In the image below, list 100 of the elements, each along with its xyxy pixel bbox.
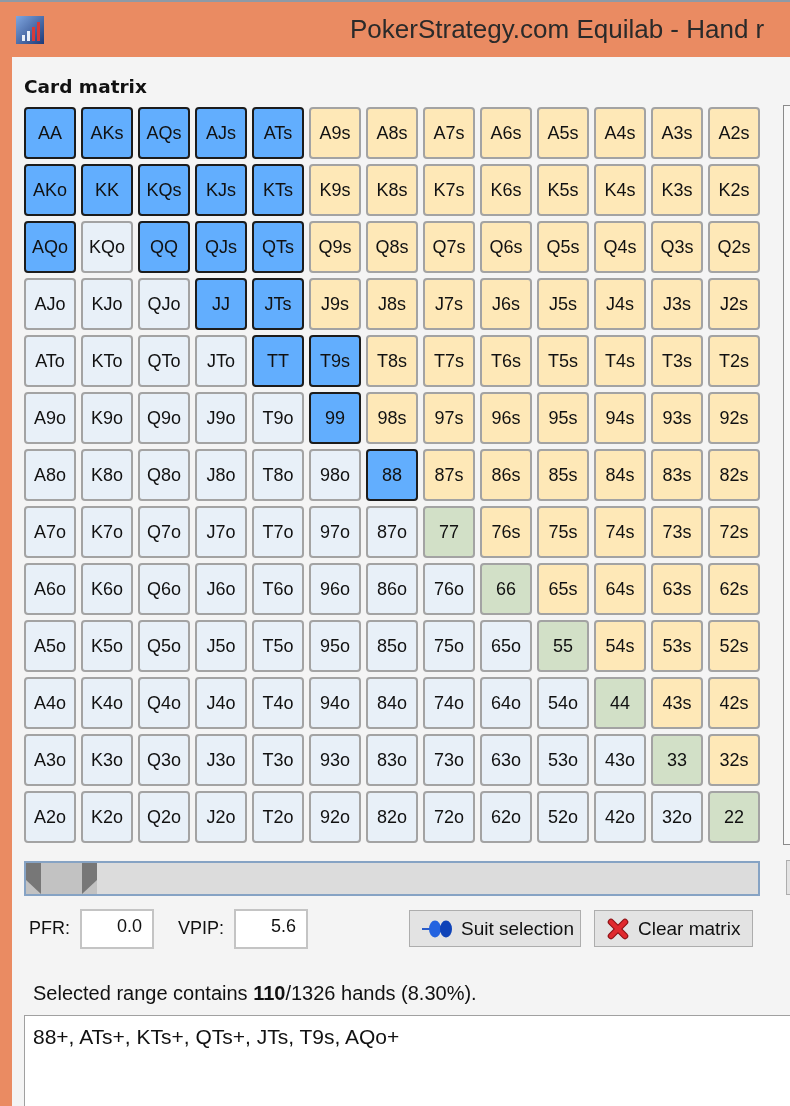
hand-cell[interactable]: K5s [537, 164, 589, 216]
hand-cell[interactable]: 98o [309, 449, 361, 501]
hand-cell[interactable]: AQs [138, 107, 190, 159]
hand-cell[interactable]: 42o [594, 791, 646, 843]
hand-cell[interactable]: A3s [651, 107, 703, 159]
hand-cell[interactable]: 53s [651, 620, 703, 672]
hand-cell[interactable]: 73o [423, 734, 475, 786]
hand-cell[interactable]: 83s [651, 449, 703, 501]
hand-cell[interactable]: A7o [24, 506, 76, 558]
hand-cell[interactable]: K3s [651, 164, 703, 216]
hand-cell[interactable]: QTo [138, 335, 190, 387]
suit-selection-button[interactable]: Suit selection [409, 910, 581, 947]
hand-cell[interactable]: Q5s [537, 221, 589, 273]
hand-cell[interactable]: 85o [366, 620, 418, 672]
hand-cell[interactable]: K5o [81, 620, 133, 672]
hand-cell[interactable]: A8o [24, 449, 76, 501]
hand-cell[interactable]: A2s [708, 107, 760, 159]
hand-cell[interactable]: 32s [708, 734, 760, 786]
hand-cell[interactable]: 95o [309, 620, 361, 672]
hand-cell[interactable]: J9s [309, 278, 361, 330]
hand-cell[interactable]: 52s [708, 620, 760, 672]
hand-cell[interactable]: JTs [252, 278, 304, 330]
hand-cell[interactable]: KK [81, 164, 133, 216]
hand-cell[interactable]: 76s [480, 506, 532, 558]
hand-cell[interactable]: QJo [138, 278, 190, 330]
hand-cell[interactable]: T7s [423, 335, 475, 387]
hand-cell[interactable]: 65o [480, 620, 532, 672]
hand-cell[interactable]: 97s [423, 392, 475, 444]
hand-cell[interactable]: 63o [480, 734, 532, 786]
hand-cell[interactable]: 92o [309, 791, 361, 843]
hand-cell[interactable]: A7s [423, 107, 475, 159]
hand-cell[interactable]: J2o [195, 791, 247, 843]
hand-cell[interactable]: 94s [594, 392, 646, 444]
hand-cell[interactable]: 86o [366, 563, 418, 615]
hand-cell[interactable]: K2o [81, 791, 133, 843]
hand-cell[interactable]: K9s [309, 164, 361, 216]
hand-cell[interactable]: 82o [366, 791, 418, 843]
hand-cell[interactable]: AA [24, 107, 76, 159]
hand-cell[interactable]: A4s [594, 107, 646, 159]
hand-cell[interactable]: AJo [24, 278, 76, 330]
hand-cell[interactable]: 72s [708, 506, 760, 558]
hand-cell[interactable]: K2s [708, 164, 760, 216]
hand-cell[interactable]: 53o [537, 734, 589, 786]
hand-cell[interactable]: J5s [537, 278, 589, 330]
hand-cell[interactable]: Q9s [309, 221, 361, 273]
hand-cell[interactable]: 98s [366, 392, 418, 444]
hand-cell[interactable]: 54o [537, 677, 589, 729]
number-field[interactable]: 0.0 [80, 908, 154, 949]
hand-cell[interactable]: K7s [423, 164, 475, 216]
hand-cell[interactable]: 32o [651, 791, 703, 843]
hand-cell[interactable]: 93s [651, 392, 703, 444]
hand-cell[interactable]: AQo [24, 221, 76, 273]
hand-cell[interactable]: Q4o [138, 677, 190, 729]
hand-cell[interactable]: J6s [480, 278, 532, 330]
hand-cell[interactable]: Q6o [138, 563, 190, 615]
hand-cell[interactable]: J7s [423, 278, 475, 330]
hand-cell[interactable]: 43s [651, 677, 703, 729]
hand-cell[interactable]: 74o [423, 677, 475, 729]
hand-cell[interactable]: 75s [537, 506, 589, 558]
hand-cell[interactable]: KJo [81, 278, 133, 330]
hand-cell[interactable]: QJs [195, 221, 247, 273]
hand-cell[interactable]: 94o [309, 677, 361, 729]
hand-cell[interactable]: 22 [708, 791, 760, 843]
number-field[interactable]: 5.6 [234, 908, 309, 949]
hand-cell[interactable]: 42s [708, 677, 760, 729]
hand-cell[interactable]: AJs [195, 107, 247, 159]
hand-cell[interactable]: 96o [309, 563, 361, 615]
hand-cell[interactable]: 96s [480, 392, 532, 444]
hand-cell[interactable]: 85s [537, 449, 589, 501]
hand-cell[interactable]: Q8o [138, 449, 190, 501]
hand-cell[interactable]: 92s [708, 392, 760, 444]
hand-cell[interactable]: Q7o [138, 506, 190, 558]
hand-cell[interactable]: Q3o [138, 734, 190, 786]
hand-cell[interactable]: 63s [651, 563, 703, 615]
hand-cell[interactable]: KTs [252, 164, 304, 216]
hand-cell[interactable]: 62s [708, 563, 760, 615]
hand-cell[interactable]: QTs [252, 221, 304, 273]
hand-cell[interactable]: A9o [24, 392, 76, 444]
hand-cell[interactable]: 83o [366, 734, 418, 786]
hand-cell[interactable]: J4s [594, 278, 646, 330]
slider-range-handle[interactable] [26, 863, 97, 894]
hand-cell[interactable]: K4s [594, 164, 646, 216]
hand-cell[interactable]: 62o [480, 791, 532, 843]
hand-cell[interactable]: 87o [366, 506, 418, 558]
hand-cell[interactable]: KQo [81, 221, 133, 273]
hand-cell[interactable]: T5s [537, 335, 589, 387]
hand-cell[interactable]: 72o [423, 791, 475, 843]
hand-cell[interactable]: K6s [480, 164, 532, 216]
hand-cell[interactable]: T8s [366, 335, 418, 387]
hand-cell[interactable]: 77 [423, 506, 475, 558]
hand-cell[interactable]: A6o [24, 563, 76, 615]
hand-cell[interactable]: J8s [366, 278, 418, 330]
hand-cell[interactable]: 73s [651, 506, 703, 558]
hand-cell[interactable]: J7o [195, 506, 247, 558]
hand-cell[interactable]: ATo [24, 335, 76, 387]
hand-cell[interactable]: A5o [24, 620, 76, 672]
hand-cell[interactable]: T6o [252, 563, 304, 615]
hand-cell[interactable]: 93o [309, 734, 361, 786]
slider-track[interactable] [24, 861, 760, 896]
hand-cell[interactable]: 95s [537, 392, 589, 444]
